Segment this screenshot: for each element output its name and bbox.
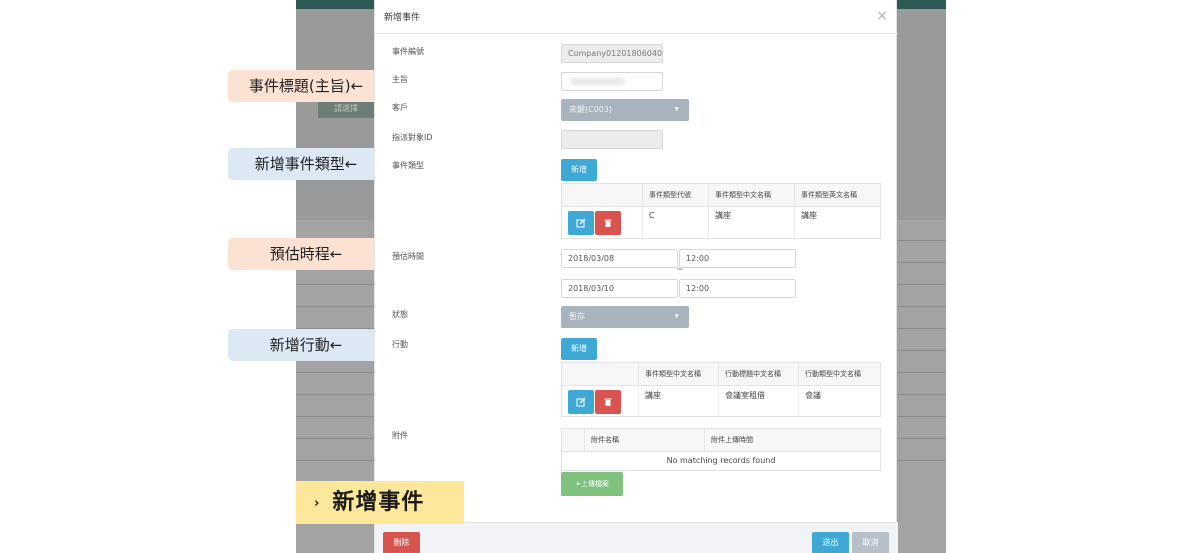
estimated-time-label: 預估時間 <box>392 252 424 261</box>
trash-icon <box>604 398 612 406</box>
table-header-actions <box>562 184 642 206</box>
table-cell: 會議 <box>798 385 880 416</box>
table-header: 附件名稱 <box>584 429 704 451</box>
date-range-separator: ~ <box>676 265 684 275</box>
submit-button[interactable]: 送出 <box>812 532 849 553</box>
edit-icon <box>576 218 586 228</box>
empty-records-message: No matching records found <box>666 456 776 465</box>
event-type-label: 事件類型 <box>392 161 424 170</box>
start-date-input[interactable]: 2018/03/08 <box>561 249 678 268</box>
attachment-table: 附件名稱 附件上傳時間 No matching records found <box>561 428 881 471</box>
modal-footer: 刪除 送出 取消 <box>375 522 898 553</box>
table-header-select <box>562 429 584 451</box>
caret-down-icon: ▼ <box>674 106 679 113</box>
table-cell: 講座 <box>794 206 880 238</box>
callout-subject: 事件標題(主旨)← <box>228 70 384 102</box>
delete-event-type-button[interactable] <box>595 211 621 235</box>
table-header: 附件上傳時間 <box>704 429 880 451</box>
caret-down-icon: ▼ <box>674 313 679 320</box>
upload-file-button[interactable]: +上傳檔案 <box>561 472 623 496</box>
table-header: 事件類型中文名稱 <box>638 363 718 385</box>
customer-select[interactable]: 來鍵(C003) ▼ <box>561 99 689 121</box>
callout-estimated-time: 預估時程← <box>228 238 384 270</box>
close-icon[interactable]: × <box>876 9 888 23</box>
assignee-input[interactable] <box>561 130 663 149</box>
table-header: 事件類型代號 <box>642 184 708 206</box>
cancel-button[interactable]: 取消 <box>852 532 889 553</box>
background-select-button: 請選擇 <box>318 100 374 118</box>
attachment-label: 附件 <box>392 431 408 440</box>
table-cell: C <box>642 206 708 238</box>
table-header: 事件類型英文名稱 <box>794 184 880 206</box>
table-cell: 講座 <box>708 206 794 238</box>
callout-event-type: 新增事件類型← <box>228 148 384 180</box>
subject-label: 主旨 <box>392 75 408 84</box>
trash-icon <box>604 219 612 227</box>
section-banner: › 新增事件 <box>296 481 464 524</box>
status-select[interactable]: 暫存 ▼ <box>561 306 689 328</box>
modal-header: 新增事件 × <box>375 0 898 34</box>
add-action-button[interactable]: 新增 <box>561 338 597 360</box>
new-event-modal: 新增事件 × 事件編號 Company01201806040 主旨 客戶 來鍵(… <box>374 0 898 553</box>
action-label: 行動 <box>392 340 408 349</box>
table-header: 事件類型中文名稱 <box>708 184 794 206</box>
edit-icon <box>576 397 586 407</box>
callout-action: 新增行動← <box>228 329 384 361</box>
customer-select-value: 來鍵(C003) <box>569 105 613 114</box>
delete-action-button[interactable] <box>595 390 621 414</box>
event-type-table: 事件類型代號 事件類型中文名稱 事件類型英文名稱 C 講座 講座 <box>561 183 881 239</box>
blurred-subject-text <box>570 78 625 85</box>
delete-button[interactable]: 刪除 <box>383 532 420 553</box>
event-number-field: Company01201806040 <box>561 44 663 63</box>
modal-title: 新增事件 <box>384 13 421 23</box>
chevron-right-icon: › <box>314 496 321 511</box>
table-header: 行動類型中文名稱 <box>798 363 880 385</box>
subject-input[interactable] <box>561 72 663 91</box>
assignee-label: 指派對象ID <box>392 133 433 142</box>
action-table: 事件類型中文名稱 行動標題中文名稱 行動類型中文名稱 講座 會議室租借 會議 <box>561 362 881 417</box>
table-header: 行動標題中文名稱 <box>718 363 798 385</box>
table-header-actions <box>562 363 638 385</box>
end-time-input[interactable]: 12:00 <box>679 279 796 298</box>
status-select-value: 暫存 <box>569 312 585 321</box>
banner-text: 新增事件 <box>332 490 425 515</box>
start-time-input[interactable]: 12:00 <box>679 249 796 268</box>
customer-label: 客戶 <box>392 103 408 112</box>
table-cell: 講座 <box>638 385 718 416</box>
screen: 請選擇 事件標題(主旨)← 新增事件類型← 預估時程← 新增行動← 新增事件 ×… <box>0 0 1183 553</box>
end-date-input[interactable]: 2018/03/10 <box>561 279 678 298</box>
edit-action-button[interactable] <box>568 390 594 414</box>
status-label: 狀態 <box>392 310 408 319</box>
add-event-type-button[interactable]: 新增 <box>561 159 597 181</box>
table-cell: 會議室租借 <box>718 385 798 416</box>
event-number-label: 事件編號 <box>392 47 424 56</box>
edit-event-type-button[interactable] <box>568 211 594 235</box>
